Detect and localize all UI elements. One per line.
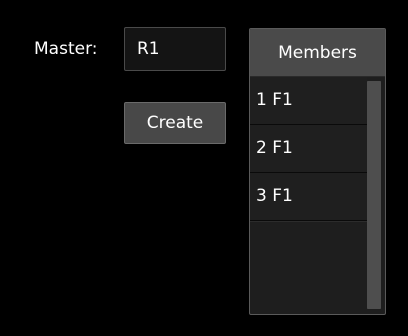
members-dialog: Master: Create Members 1 F1 2 F1 3 F1 xyxy=(0,0,408,336)
scrollbar-thumb[interactable] xyxy=(367,81,381,309)
create-button[interactable]: Create xyxy=(124,102,226,144)
scrollbar[interactable] xyxy=(367,81,381,309)
members-list: 1 F1 2 F1 3 F1 xyxy=(250,77,367,314)
master-input[interactable] xyxy=(124,27,226,71)
list-item[interactable]: 2 F1 xyxy=(250,125,367,174)
members-header[interactable]: Members xyxy=(250,29,385,77)
master-label: Master: xyxy=(34,39,98,59)
list-item[interactable]: 1 F1 xyxy=(250,77,367,126)
list-item[interactable]: 3 F1 xyxy=(250,173,367,222)
members-list-panel: Members 1 F1 2 F1 3 F1 xyxy=(249,28,386,315)
